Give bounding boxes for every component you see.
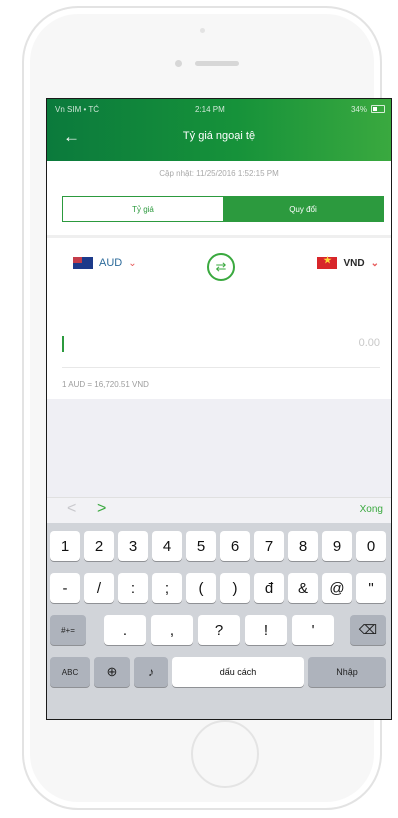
page-title: Tỷ giá ngoại tệ [182, 130, 256, 142]
text-caret [62, 336, 64, 352]
previous-field-button[interactable]: < [67, 500, 76, 518]
key[interactable]: " [356, 573, 386, 603]
key[interactable]: 8 [288, 531, 318, 561]
done-button[interactable]: Xong [360, 504, 383, 515]
front-camera [175, 60, 182, 67]
amount-input[interactable]: 0.00 [62, 335, 380, 357]
key[interactable]: / [84, 573, 114, 603]
key[interactable]: ( [186, 573, 216, 603]
key[interactable]: 0 [356, 531, 386, 561]
key[interactable]: , [151, 615, 193, 645]
home-button[interactable] [191, 720, 259, 788]
globe-icon[interactable]: ⊕ [94, 657, 130, 687]
section-divider [47, 235, 391, 238]
keyboard-accessory-bar: < > Xong [47, 497, 391, 524]
more-symbols-key[interactable]: #+= [50, 615, 86, 645]
key[interactable]: ? [198, 615, 240, 645]
backspace-icon[interactable]: ⌫ [350, 615, 386, 645]
camera-dot [200, 28, 205, 33]
status-carrier: Vn SIM • TĆ [55, 105, 99, 114]
app-screen: Vn SIM • TĆ 2:14 PM 34% ← Tỷ giá ngoại t… [46, 98, 392, 720]
key[interactable]: . [104, 615, 146, 645]
key[interactable]: 5 [186, 531, 216, 561]
key[interactable]: 4 [152, 531, 182, 561]
key[interactable]: 6 [220, 531, 250, 561]
vietnam-flag-icon [317, 255, 338, 269]
key[interactable]: @ [322, 573, 352, 603]
key[interactable]: ) [220, 573, 250, 603]
keyboard: 1 2 3 4 5 6 7 8 9 0 - / : ; ( ) đ & @ " … [47, 523, 391, 719]
to-currency-selector[interactable]: VND ⌄ [317, 255, 379, 269]
last-updated-text: Cập nhật: 11/25/2016 1:52:15 PM [159, 169, 279, 178]
input-underline [62, 367, 380, 368]
abc-key[interactable]: ABC [50, 657, 90, 687]
key[interactable]: ; [152, 573, 182, 603]
key[interactable]: 2 [84, 531, 114, 561]
earpiece-speaker [195, 61, 239, 66]
app-header: Vn SIM • TĆ 2:14 PM 34% ← Tỷ giá ngoại t… [47, 99, 391, 161]
space-key[interactable]: dấu cách [172, 657, 304, 687]
key[interactable]: & [288, 573, 318, 603]
tab-exchange-rate[interactable]: Tỷ giá [63, 197, 223, 221]
exchange-rate-text: 1 AUD = 16,720.51 VND [62, 380, 149, 389]
battery-icon [371, 105, 385, 113]
key[interactable]: 3 [118, 531, 148, 561]
key[interactable]: - [50, 573, 80, 603]
segmented-control: Tỷ giá Quy đổi [62, 196, 384, 222]
swap-icon[interactable]: ⇄ [207, 253, 235, 281]
australia-flag-icon [73, 257, 93, 269]
from-currency-code: AUD [99, 257, 123, 269]
next-field-button[interactable]: > [97, 500, 106, 518]
key[interactable]: đ [254, 573, 284, 603]
key[interactable]: : [118, 573, 148, 603]
key[interactable]: 9 [322, 531, 352, 561]
status-battery-level: 34% [350, 105, 367, 114]
key[interactable]: ! [245, 615, 287, 645]
key[interactable]: ' [292, 615, 334, 645]
to-currency-code: VND [343, 257, 365, 269]
microphone-icon[interactable]: ♪ [134, 657, 168, 687]
from-currency-selector[interactable]: AUD ⌄ [73, 257, 137, 269]
return-key[interactable]: Nhập [308, 657, 386, 687]
key[interactable]: 1 [50, 531, 80, 561]
tab-convert[interactable]: Quy đổi [223, 197, 383, 221]
amount-placeholder: 0.00 [358, 337, 380, 349]
empty-area [47, 399, 391, 497]
chevron-down-icon: ⌄ [128, 257, 137, 269]
key[interactable]: 7 [254, 531, 284, 561]
status-time: 2:14 PM [195, 105, 225, 114]
chevron-down-icon: ⌄ [370, 257, 379, 269]
